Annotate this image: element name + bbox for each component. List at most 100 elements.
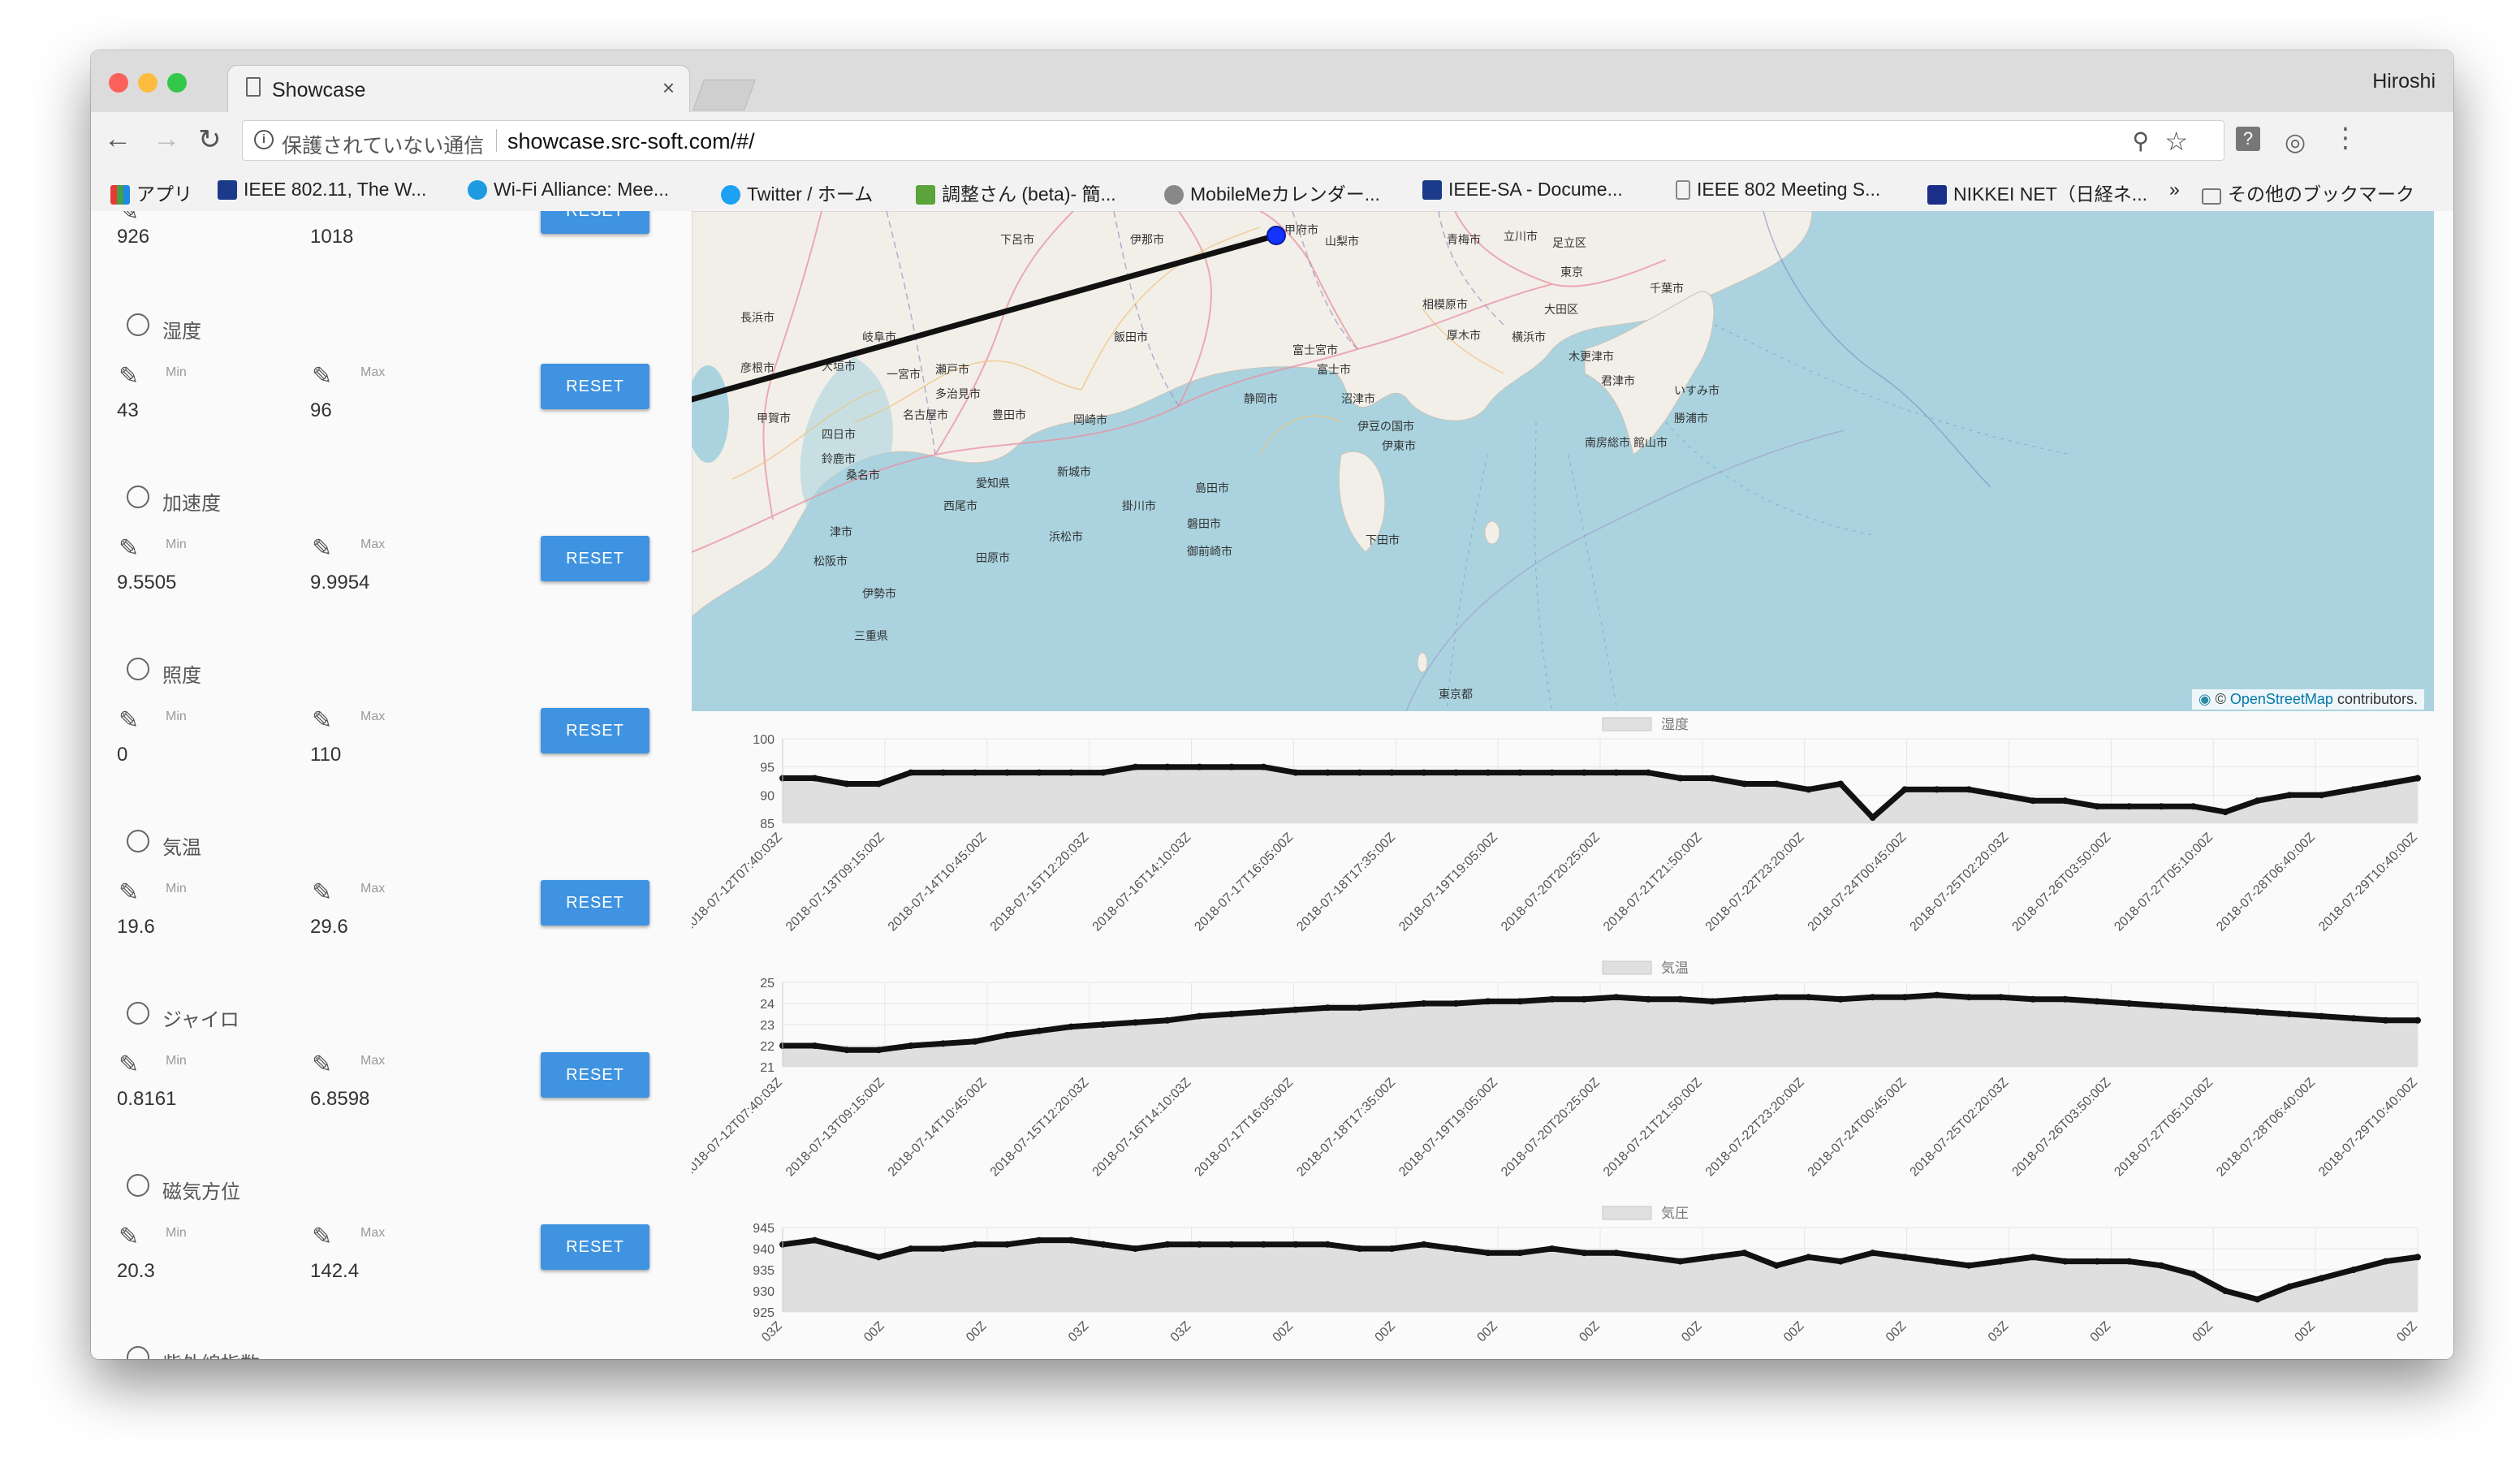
edit-max-pencil-icon[interactable]: ✎ [312, 534, 332, 563]
bookmark-ieee80211[interactable]: IEEE 802.11, The W... [218, 179, 426, 201]
data-point[interactable] [2061, 1258, 2069, 1265]
min-value[interactable]: 43 [117, 399, 139, 422]
reset-button[interactable]: RESET [541, 364, 649, 409]
data-point[interactable] [1869, 814, 1876, 822]
legend-swatch[interactable] [1602, 717, 1652, 732]
data-point[interactable] [1997, 994, 2004, 1001]
data-point[interactable] [2030, 797, 2037, 805]
data-point[interactable] [1581, 769, 1588, 776]
data-point[interactable] [1901, 1254, 1909, 1261]
data-point[interactable] [1517, 769, 1524, 776]
profile-name[interactable]: Hiroshi [2372, 70, 2436, 93]
edit-min-pencil-icon[interactable]: ✎ [119, 362, 139, 391]
data-point[interactable] [2254, 797, 2261, 805]
data-point[interactable] [2350, 786, 2358, 793]
data-point[interactable] [1196, 1241, 1203, 1248]
help-extension-icon[interactable]: ? [2236, 127, 2260, 151]
reset-button[interactable]: RESET [541, 880, 649, 926]
data-point[interactable] [1324, 769, 1331, 776]
data-point[interactable] [1741, 1249, 1748, 1257]
data-point[interactable] [2286, 1283, 2293, 1290]
data-point[interactable] [2318, 1012, 2325, 1020]
data-point[interactable] [1003, 1241, 1011, 1248]
data-point[interactable] [1068, 1236, 1075, 1244]
data-point[interactable] [2382, 780, 2389, 788]
tab-close-icon[interactable]: × [662, 76, 675, 101]
location-marker[interactable] [1266, 226, 1286, 245]
edit-max-pencil-icon[interactable]: ✎ [312, 878, 332, 907]
min-value[interactable]: 20.3 [117, 1260, 155, 1283]
data-point[interactable] [2125, 803, 2133, 810]
data-point[interactable] [1612, 769, 1620, 776]
data-point[interactable] [1099, 1241, 1107, 1248]
data-point[interactable] [1773, 1262, 1780, 1269]
data-point[interactable] [939, 1040, 947, 1047]
data-point[interactable] [2158, 1262, 2165, 1269]
data-point[interactable] [1356, 1004, 1363, 1012]
min-value[interactable]: 926 [117, 226, 149, 248]
data-point[interactable] [1356, 1245, 1363, 1252]
data-point[interactable] [1966, 1262, 1973, 1269]
data-point[interactable] [811, 1236, 818, 1244]
data-point[interactable] [1292, 1241, 1299, 1248]
max-value[interactable]: 6.8598 [310, 1088, 369, 1111]
data-point[interactable] [1099, 769, 1107, 776]
data-point[interactable] [1452, 1000, 1460, 1007]
min-value[interactable]: 0 [117, 744, 127, 766]
data-point[interactable] [1324, 1004, 1331, 1012]
data-point[interactable] [1452, 1245, 1460, 1252]
legend-swatch[interactable] [1602, 960, 1652, 975]
data-point[interactable] [1933, 991, 1940, 999]
data-point[interactable] [1901, 994, 1909, 1001]
data-point[interactable] [971, 1241, 978, 1248]
data-point[interactable] [1548, 1245, 1556, 1252]
data-point[interactable] [1196, 763, 1203, 770]
data-point[interactable] [1035, 769, 1042, 776]
data-point[interactable] [2286, 792, 2293, 799]
data-point[interactable] [2190, 803, 2197, 810]
data-point[interactable] [939, 769, 947, 776]
close-window-button[interactable] [109, 73, 128, 93]
data-point[interactable] [2094, 1258, 2101, 1265]
data-point[interactable] [1581, 1249, 1588, 1257]
data-point[interactable] [2414, 775, 2421, 782]
data-point[interactable] [1645, 995, 1652, 1003]
data-point[interactable] [1517, 1249, 1524, 1257]
data-point[interactable] [1260, 1008, 1267, 1016]
data-point[interactable] [1805, 994, 1812, 1001]
reset-button[interactable]: RESET [541, 211, 649, 234]
edit-max-pencil-icon[interactable]: ✎ [312, 362, 332, 391]
max-value[interactable]: 110 [310, 744, 341, 766]
edit-min-pencil-icon[interactable]: ✎ [119, 534, 139, 563]
edit-min-pencil-icon[interactable]: ✎ [119, 706, 139, 735]
data-point[interactable] [1132, 1245, 1139, 1252]
max-value[interactable]: 1018 [310, 226, 353, 248]
data-point[interactable] [1163, 1241, 1171, 1248]
data-point[interactable] [1676, 995, 1684, 1003]
data-point[interactable] [875, 1254, 882, 1261]
address-bar[interactable]: i 保護されていない通信 showcase.src-soft.com/#/ ⚲ … [242, 120, 2224, 161]
data-point[interactable] [2190, 1004, 2197, 1012]
reset-button[interactable]: RESET [541, 1224, 649, 1270]
data-point[interactable] [907, 1245, 914, 1252]
bookmark-apps[interactable]: アプリ [110, 179, 192, 206]
data-point[interactable] [2158, 1002, 2165, 1009]
bookmark-chouseisan[interactable]: 調整さん (beta)- 簡... [916, 179, 1116, 206]
data-point[interactable] [1676, 775, 1684, 782]
data-point[interactable] [1933, 1258, 1940, 1265]
min-value[interactable]: 19.6 [117, 916, 155, 939]
bookmark-other-folder[interactable]: その他のブックマーク [2202, 179, 2414, 206]
zoom-window-button[interactable] [167, 73, 187, 93]
data-point[interactable] [1741, 995, 1748, 1003]
data-point[interactable] [1388, 1002, 1396, 1009]
data-point[interactable] [2222, 1288, 2229, 1294]
data-point[interactable] [1773, 780, 1780, 788]
data-point[interactable] [811, 1042, 818, 1049]
bookmark-twitter[interactable]: Twitter / ホーム [721, 179, 873, 206]
back-icon[interactable]: ← [104, 123, 132, 155]
bookmark-nikkei[interactable]: NIKKEI NET（日経ネ... [1927, 179, 2147, 206]
new-tab-button[interactable] [693, 80, 756, 110]
min-value[interactable]: 9.5505 [117, 572, 176, 594]
data-point[interactable] [1324, 1241, 1331, 1248]
data-point[interactable] [2125, 1258, 2133, 1265]
